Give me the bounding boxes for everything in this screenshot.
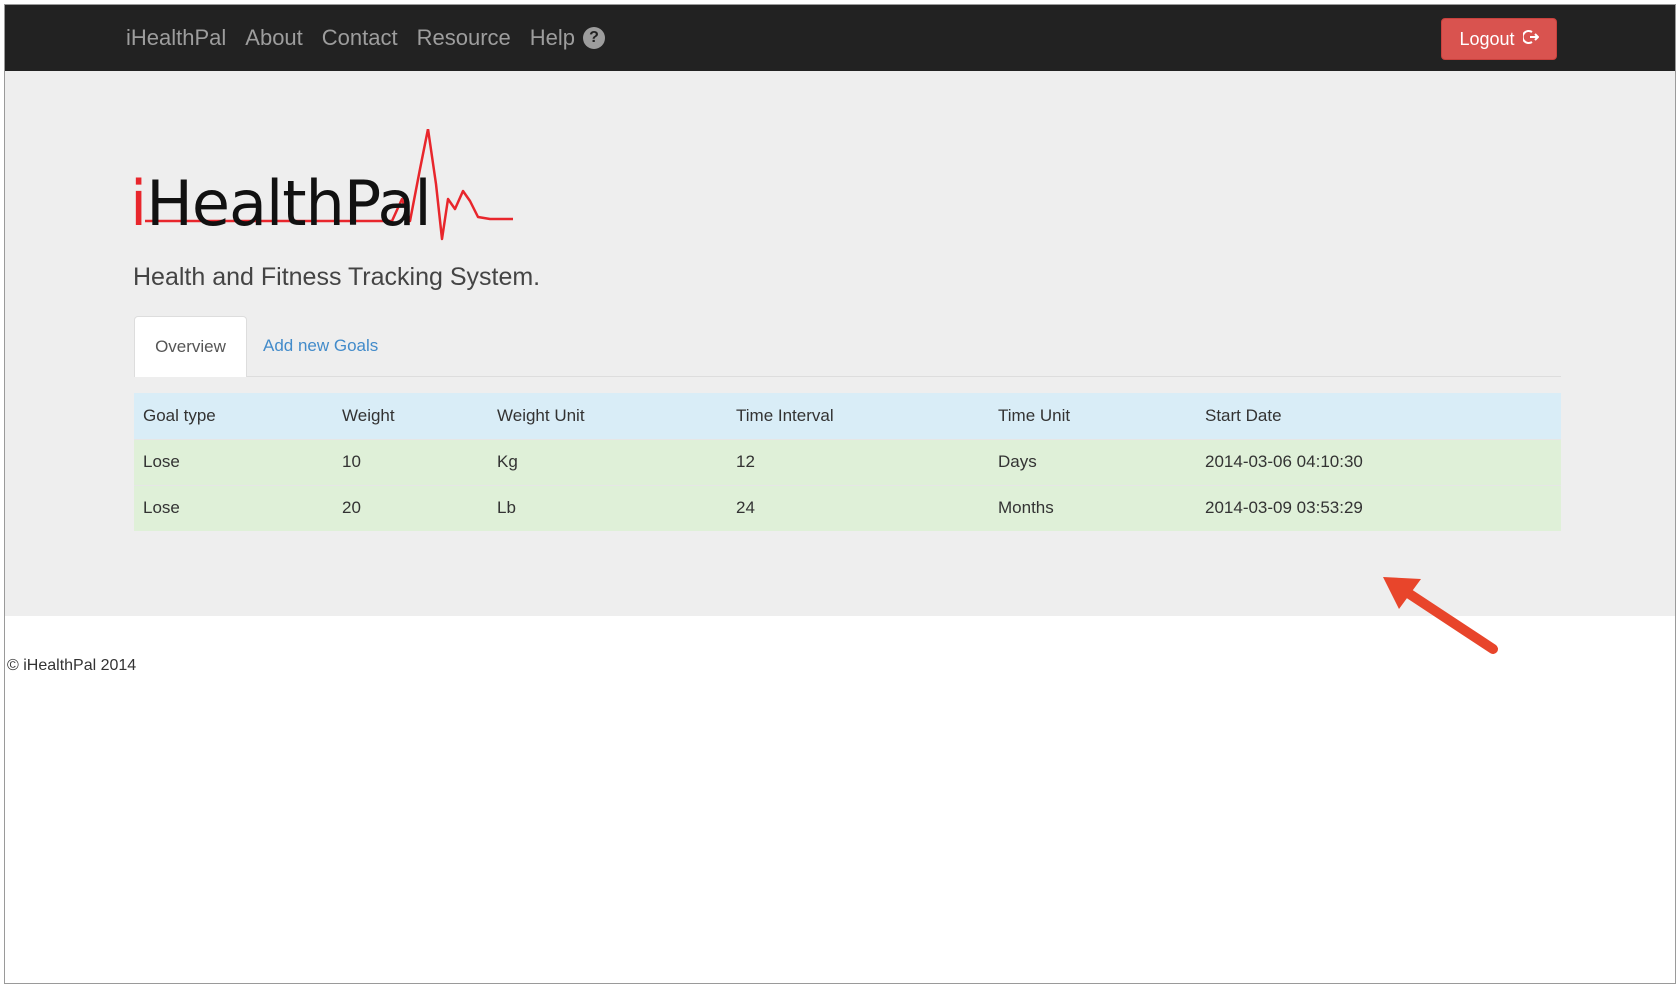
cell-goal-type: Lose <box>143 498 180 518</box>
logout-label: Logout <box>1459 28 1515 49</box>
logo-wordmark: iHealthPal <box>130 167 432 240</box>
tab-add-new-goals[interactable]: Add new Goals <box>263 316 413 376</box>
cell-start-date: 2014-03-06 04:10:30 <box>1205 452 1363 471</box>
logo-i: i <box>130 167 147 240</box>
logout-button[interactable]: Logout <box>1441 18 1557 60</box>
nav-contact[interactable]: Contact <box>322 25 398 51</box>
logout-icon <box>1521 29 1539 50</box>
cell-weight-unit: Kg <box>497 452 518 471</box>
cell-time-interval: 12 <box>736 452 755 471</box>
cell-weight-unit: Lb <box>497 498 516 518</box>
cell-time-interval: 24 <box>736 498 755 518</box>
nav-help-label: Help <box>529 25 576 50</box>
cell-goal-type: Lose <box>143 452 180 471</box>
nav-links: iHealthPal About Contact Resource Help ? <box>126 5 624 71</box>
tagline: Health and Fitness Tracking System. <box>133 263 541 291</box>
table-row: Lose 20 Lb 24 Months 2014-03-09 03:53:29 <box>134 485 1561 531</box>
cell-time-unit: Days <box>998 452 1037 471</box>
goals-table: Goal type Weight Weight Unit Time Interv… <box>134 393 1561 531</box>
ihealthpal-logo: iHealthPal <box>130 129 555 249</box>
tab-overview[interactable]: Overview <box>134 316 247 377</box>
footer-copyright: © iHealthPal 2014 <box>7 657 137 674</box>
col-goal-type: Goal type <box>143 405 216 425</box>
logo-rest: HealthPal <box>146 167 431 240</box>
cell-time-unit: Months <box>998 498 1054 518</box>
table-header-row: Goal type Weight Weight Unit Time Interv… <box>134 393 1561 439</box>
table-row: Lose 10 Kg 12 Days 2014-03-06 04:10:30 <box>134 439 1561 485</box>
navbar: iHealthPal About Contact Resource Help ?… <box>5 5 1675 71</box>
red-arrow-icon <box>1383 577 1498 654</box>
col-weight-unit: Weight Unit <box>497 405 585 425</box>
question-circle-icon: ? <box>583 27 606 49</box>
nav-help[interactable]: Help ? <box>529 25 606 51</box>
browser-frame: iHealthPal About Contact Resource Help ?… <box>4 4 1676 984</box>
col-weight: Weight <box>342 405 395 425</box>
cell-weight: 10 <box>342 452 361 471</box>
col-time-unit: Time Unit <box>998 405 1071 425</box>
col-start-date: Start Date <box>1205 405 1282 425</box>
hero-section: iHealthPal Health and Fitness Tracking S… <box>5 71 1675 654</box>
nav-about[interactable]: About <box>245 25 303 51</box>
cell-start-date: 2014-03-09 03:53:29 <box>1205 498 1363 518</box>
tab-bar: Overview Add new Goals <box>134 316 1561 377</box>
nav-resource[interactable]: Resource <box>417 25 511 51</box>
nav-brand[interactable]: iHealthPal <box>126 25 226 51</box>
cell-weight: 20 <box>342 498 361 518</box>
col-time-interval: Time Interval <box>736 405 834 425</box>
